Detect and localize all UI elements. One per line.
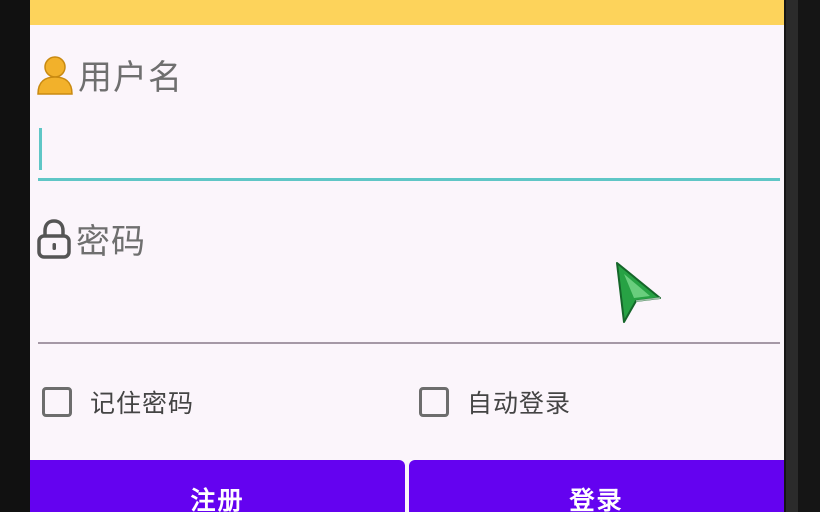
device-frame-left bbox=[0, 0, 30, 512]
mouse-pointer-icon bbox=[614, 260, 664, 328]
device-frame-right bbox=[784, 0, 820, 512]
text-caret bbox=[39, 128, 42, 170]
register-button[interactable]: 注册 bbox=[30, 460, 405, 512]
user-icon bbox=[36, 55, 74, 95]
password-input[interactable] bbox=[38, 290, 780, 344]
device-frame-edge bbox=[786, 0, 798, 512]
login-screen: 用户名 密码 记住密码 自动登录 注册 登录 bbox=[30, 0, 784, 512]
username-input[interactable] bbox=[38, 126, 780, 181]
username-label-row: 用户名 bbox=[36, 50, 183, 99]
remember-password-box[interactable] bbox=[42, 387, 72, 417]
lock-icon bbox=[36, 218, 72, 259]
auto-login-label: 自动登录 bbox=[467, 389, 572, 418]
auto-login-box[interactable] bbox=[419, 387, 449, 417]
username-label: 用户名 bbox=[78, 58, 183, 98]
auto-login-checkbox[interactable]: 自动登录 bbox=[419, 384, 571, 420]
login-button[interactable]: 登录 bbox=[409, 460, 784, 512]
app-bar bbox=[30, 0, 784, 25]
password-label: 密码 bbox=[76, 222, 146, 262]
remember-password-label: 记住密码 bbox=[90, 389, 195, 418]
password-label-row: 密码 bbox=[36, 214, 146, 263]
remember-password-checkbox[interactable]: 记住密码 bbox=[42, 384, 194, 420]
